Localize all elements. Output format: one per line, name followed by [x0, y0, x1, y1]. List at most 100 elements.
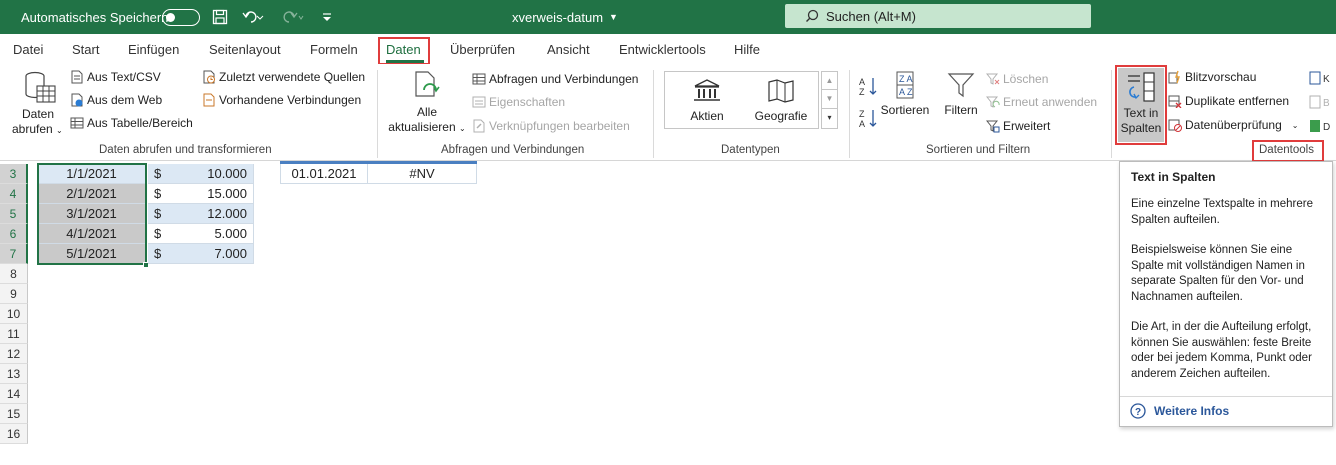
refresh-icon — [415, 71, 440, 97]
tooltip-paragraph: Beispielsweise können Sie eine Spalte mi… — [1131, 244, 1305, 303]
highlight-text-to-columns — [1115, 65, 1167, 145]
amount-cell[interactable]: $5.000 — [148, 224, 254, 244]
advanced-filter-icon — [986, 120, 1000, 133]
lookup-value-cell[interactable]: 01.01.2021 — [280, 164, 368, 184]
document-title[interactable]: xverweis-datum ▼ — [512, 0, 618, 34]
stocks-button[interactable]: Aktien — [679, 78, 735, 123]
svg-text:K: K — [1323, 74, 1330, 85]
tab-start[interactable]: Start — [72, 42, 99, 57]
undo-icon[interactable] — [242, 0, 264, 34]
group-separator — [849, 70, 850, 158]
tab-seitenlayout[interactable]: Seitenlayout — [209, 42, 281, 57]
row-header[interactable]: 13 — [0, 364, 28, 384]
tab-einfuegen[interactable]: Einfügen — [128, 42, 179, 57]
scroll-down-icon[interactable]: ▼ — [821, 90, 838, 109]
remove-duplicates-button[interactable]: Duplikate entfernen — [1168, 94, 1289, 108]
row-header[interactable]: 5 — [0, 204, 28, 224]
consolidate-icon: K B D — [1309, 71, 1330, 133]
row-header[interactable]: 11 — [0, 324, 28, 344]
amount-cell[interactable]: $12.000 — [148, 204, 254, 224]
properties-button[interactable]: Eigenschaften — [472, 95, 565, 109]
svg-text:Z: Z — [859, 109, 865, 119]
filter-icon — [947, 73, 975, 98]
text-file-icon — [71, 70, 83, 84]
row-header[interactable]: 15 — [0, 404, 28, 424]
row-header[interactable]: 12 — [0, 344, 28, 364]
tab-entwicklertools[interactable]: Entwicklertools — [619, 42, 706, 57]
sort-az-button[interactable]: AZ — [858, 76, 878, 99]
data-types-scroll[interactable]: ▲ ▼ ▾ — [821, 71, 838, 129]
from-table-range-button[interactable]: Aus Tabelle/Bereich — [70, 116, 193, 130]
queries-connections-button[interactable]: Abfragen und Verbindungen — [472, 72, 638, 86]
reapply-icon — [986, 96, 1000, 108]
tab-formeln[interactable]: Formeln — [310, 42, 358, 57]
row-header[interactable]: 6 — [0, 224, 28, 244]
svg-text:Z: Z — [859, 87, 865, 96]
selection-border — [37, 163, 147, 265]
web-page-icon — [71, 93, 83, 107]
data-types-gallery: Aktien Geografie — [664, 71, 819, 129]
row-header[interactable]: 7 — [0, 244, 28, 264]
customize-qat-icon[interactable] — [322, 0, 332, 34]
refresh-all-button[interactable]: Alle aktualisieren ⌄ — [387, 70, 467, 140]
amount-cell[interactable]: $10.000 — [148, 164, 254, 184]
tab-ueberpruefen[interactable]: Überprüfen — [450, 42, 515, 57]
group-separator — [1111, 70, 1112, 158]
group-label-get-transform: Daten abrufen und transformieren — [99, 144, 272, 156]
from-text-csv-button[interactable]: Aus Text/CSV — [70, 70, 161, 84]
tab-hilfe[interactable]: Hilfe — [734, 42, 760, 57]
group-label-data-types: Datentypen — [721, 144, 780, 156]
autosave-toggle[interactable] — [162, 9, 200, 26]
row-header[interactable]: 10 — [0, 304, 28, 324]
save-icon[interactable] — [212, 0, 228, 34]
database-icon — [24, 71, 56, 103]
scroll-up-icon[interactable]: ▲ — [821, 71, 838, 90]
row-header[interactable]: 9 — [0, 284, 28, 304]
flash-fill-button[interactable]: Blitzvorschau — [1168, 70, 1256, 84]
search-box[interactable]: Suchen (Alt+M) — [785, 4, 1091, 28]
ribbon-daten: Daten abrufen ⌄ Aus Text/CSV Aus dem Web… — [0, 64, 1336, 162]
sort-za-button[interactable]: ZA — [858, 108, 878, 131]
more-info-link[interactable]: ? Weitere Infos — [1130, 403, 1229, 419]
row-header[interactable]: 3 — [0, 164, 28, 184]
properties-icon — [472, 96, 486, 108]
ribbon-tabs: Datei Start Einfügen Seitenlayout Formel… — [0, 34, 1336, 65]
map-icon — [768, 79, 794, 103]
row-header[interactable]: 14 — [0, 384, 28, 404]
reapply-button[interactable]: Erneut anwenden — [986, 95, 1097, 109]
text-to-columns-tooltip: Text in Spalten Eine einzelne Textspalte… — [1119, 161, 1333, 427]
tab-ansicht[interactable]: Ansicht — [547, 42, 590, 57]
recent-sources-button[interactable]: Zuletzt verwendete Quellen — [202, 70, 365, 84]
sort-az-icon: AZ — [859, 77, 877, 97]
bank-icon — [694, 79, 720, 101]
tab-datei[interactable]: Datei — [13, 42, 43, 57]
svg-text:?: ? — [1135, 407, 1141, 418]
data-validation-icon — [1168, 119, 1182, 132]
highlight-tab-daten — [378, 37, 430, 65]
highlight-datentools — [1252, 140, 1324, 162]
row-header[interactable]: 16 — [0, 424, 28, 444]
get-data-button[interactable]: Daten abrufen ⌄ — [12, 70, 63, 136]
amount-cell[interactable]: $15.000 — [148, 184, 254, 204]
advanced-filter-button[interactable]: Erweitert — [986, 119, 1050, 133]
svg-text:A: A — [859, 77, 865, 87]
geography-button[interactable]: Geografie — [751, 78, 811, 123]
clear-filter-icon — [986, 73, 1000, 85]
amount-cell[interactable]: $7.000 — [148, 244, 254, 264]
from-web-button[interactable]: Aus dem Web — [70, 93, 162, 107]
row-header[interactable]: 8 — [0, 264, 28, 284]
edit-links-button[interactable]: Verknüpfungen bearbeiten — [472, 119, 630, 133]
redo-icon[interactable] — [282, 0, 304, 34]
gallery-more-icon[interactable]: ▾ — [821, 109, 838, 129]
sort-button[interactable]: Z AA Z Sortieren — [879, 70, 931, 117]
data-validation-button[interactable]: Datenüberprüfung ⌄ — [1168, 118, 1298, 132]
clear-filter-button[interactable]: Löschen — [986, 72, 1048, 86]
existing-connections-button[interactable]: Vorhandene Verbindungen — [202, 93, 361, 107]
lookup-result-cell[interactable]: #NV — [368, 164, 477, 184]
filter-button[interactable]: Filtern — [941, 70, 981, 117]
flash-fill-icon — [1168, 70, 1180, 84]
svg-text:D: D — [1323, 122, 1330, 133]
row-header[interactable]: 4 — [0, 184, 28, 204]
group-label-sort-filter: Sortieren und Filtern — [926, 144, 1031, 156]
help-icon: ? — [1130, 403, 1146, 419]
